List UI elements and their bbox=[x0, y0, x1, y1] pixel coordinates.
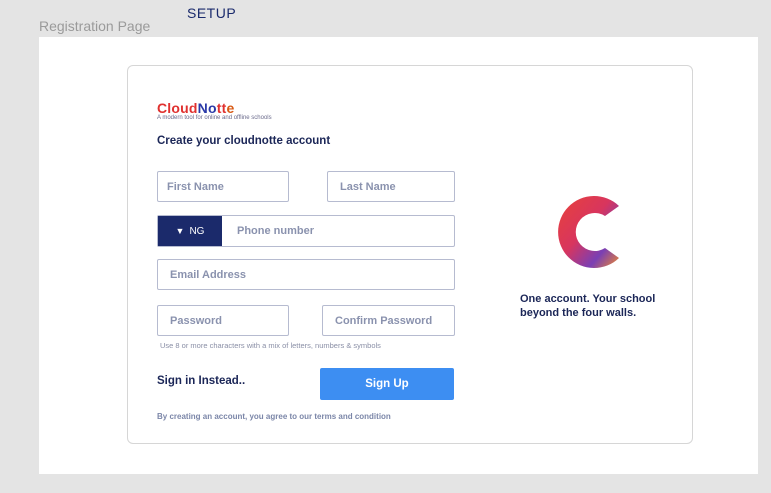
form-heading: Create your cloudnotte account bbox=[157, 135, 331, 147]
logo-part-tt: tt bbox=[216, 100, 227, 116]
last-name-input[interactable]: Last Name bbox=[327, 171, 455, 202]
password-hint: Use 8 or more characters with a mix of l… bbox=[160, 341, 381, 350]
logo-part-no: No bbox=[197, 100, 217, 116]
confirm-password-input[interactable]: Confirm Password bbox=[322, 305, 455, 336]
sign-in-link[interactable]: Sign in Instead.. bbox=[157, 375, 245, 387]
sign-up-button[interactable]: Sign Up bbox=[320, 368, 454, 400]
phone-field: ▼ NG Phone number bbox=[157, 215, 455, 247]
logo-tagline: A modern tool for online and offline sch… bbox=[157, 115, 272, 121]
logo-part-cloud: Cloud bbox=[157, 100, 198, 116]
logo-part-e: e bbox=[226, 100, 235, 116]
cloudnotte-logo: CloudNotte bbox=[157, 100, 234, 116]
password-input[interactable]: Password bbox=[157, 305, 289, 336]
cloudnotte-c-logo-icon bbox=[558, 196, 619, 268]
country-code-label: NG bbox=[189, 225, 205, 237]
setup-label: SETUP bbox=[187, 5, 237, 21]
terms-text: By creating an account, you agree to our… bbox=[157, 412, 391, 421]
triangle-down-icon: ▼ bbox=[175, 226, 185, 236]
registration-card: CloudNotte A modern tool for online and … bbox=[127, 65, 693, 444]
promo-text: One account. Your school beyond the four… bbox=[520, 293, 656, 319]
country-code-select[interactable]: ▼ NG bbox=[158, 216, 222, 246]
first-name-input[interactable]: First Name bbox=[157, 171, 289, 202]
email-input[interactable]: Email Address bbox=[157, 259, 455, 290]
page-canvas: CloudNotte A modern tool for online and … bbox=[39, 37, 758, 474]
phone-number-input[interactable]: Phone number bbox=[222, 216, 454, 246]
frame-label: Registration Page bbox=[39, 18, 151, 34]
